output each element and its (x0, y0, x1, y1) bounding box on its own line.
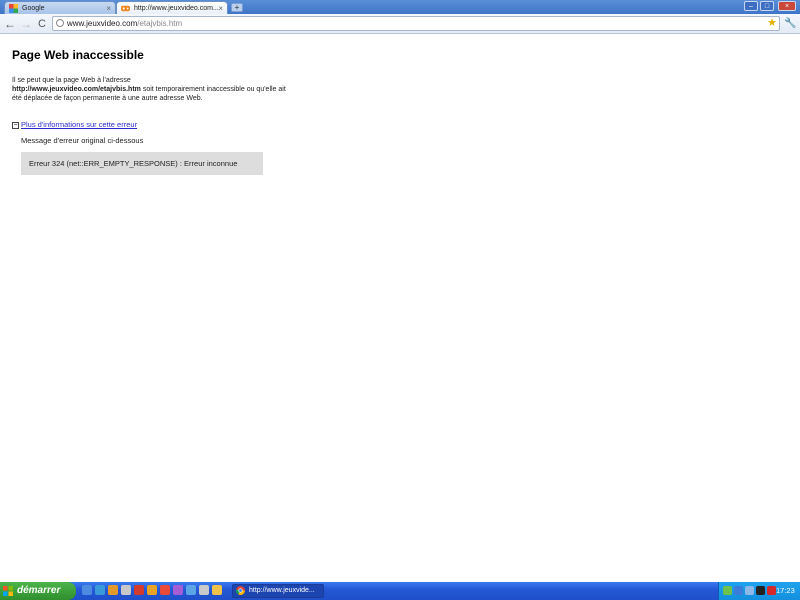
browser-toolbar: ← → C www.jeuxvideo.com/etajvbis.htm ★ 🔧 (0, 14, 800, 34)
tab-label: http://www.jeuxvideo.com... (134, 5, 219, 12)
network-icon[interactable] (723, 586, 732, 595)
media-icon[interactable] (147, 585, 157, 595)
update-icon[interactable] (734, 586, 743, 595)
page-title: Page Web inaccessible (12, 48, 144, 62)
url-path: /etajvbis.htm (137, 19, 183, 28)
volume-icon[interactable] (745, 586, 754, 595)
app-icon[interactable] (121, 585, 131, 595)
tool-icon[interactable] (199, 585, 209, 595)
address-bar[interactable]: www.jeuxvideo.com/etajvbis.htm ★ (52, 16, 780, 31)
tab-jeuxvideo[interactable]: http://www.jeuxvideo.com... × (116, 1, 228, 14)
wrench-menu-icon[interactable]: 🔧 (784, 17, 797, 31)
bookmark-star-icon[interactable]: ★ (767, 17, 777, 30)
tab-strip: Google × http://www.jeuxvideo.com... × +… (0, 0, 800, 14)
task-label: http://www.jeuxvide... (249, 587, 315, 594)
folder-icon[interactable] (212, 585, 222, 595)
more-info-link[interactable]: Plus d'informations sur cette erreur (21, 120, 137, 129)
maximize-button[interactable]: □ (760, 1, 774, 11)
windows-taskbar: démarrer http://www.jeuxvide... 17:23 (0, 582, 800, 600)
explorer-icon[interactable] (186, 585, 196, 595)
desktop-icon[interactable] (82, 585, 92, 595)
google-favicon-icon (9, 4, 18, 13)
page-content: Page Web inaccessible Il se peut que la … (0, 34, 800, 582)
taskbar-window-chrome[interactable]: http://www.jeuxvide... (232, 584, 324, 598)
messenger-icon[interactable] (173, 585, 183, 595)
jeuxvideo-favicon-icon (121, 5, 130, 12)
globe-icon (56, 19, 64, 27)
url-host: www.jeuxvideo.com (67, 19, 138, 28)
error-description: Il se peut que la page Web à l'adresse h… (12, 76, 292, 103)
new-tab-button[interactable]: + (231, 3, 243, 12)
tab-close-icon[interactable]: × (218, 2, 223, 14)
minimize-button[interactable]: – (744, 1, 758, 11)
ie-icon[interactable] (95, 585, 105, 595)
chrome-icon (236, 586, 245, 595)
mail-icon[interactable] (134, 585, 144, 595)
clock: 17:23 (776, 586, 795, 595)
collapse-toggle-icon[interactable]: − (12, 121, 19, 129)
more-info-section: − Plus d'informations sur cette erreur (12, 120, 137, 129)
tab-google[interactable]: Google × (4, 1, 116, 14)
tab-close-icon[interactable]: × (106, 2, 111, 14)
start-label: démarrer (17, 585, 61, 596)
windows-flag-icon (3, 586, 13, 596)
quick-launch (82, 585, 225, 597)
desc-line1: Il se peut que la page Web à l'adresse (12, 77, 131, 84)
desc-url: http://www.jeuxvideo.com/etajvbis.htm (12, 86, 141, 93)
app-tray-icon[interactable] (756, 586, 765, 595)
firefox-icon[interactable] (108, 585, 118, 595)
close-window-button[interactable]: × (778, 1, 796, 11)
chrome-icon[interactable] (160, 585, 170, 595)
error-code-box: Erreur 324 (net::ERR_EMPTY_RESPONSE) : E… (21, 152, 263, 175)
back-button[interactable]: ← (3, 17, 17, 31)
forward-button[interactable]: → (19, 17, 33, 31)
tab-label: Google (22, 5, 45, 12)
reload-button[interactable]: C (35, 17, 49, 31)
start-button[interactable]: démarrer (0, 582, 76, 600)
original-error-label: Message d'erreur original ci-dessous (21, 136, 144, 145)
antivirus-icon[interactable] (767, 586, 776, 595)
